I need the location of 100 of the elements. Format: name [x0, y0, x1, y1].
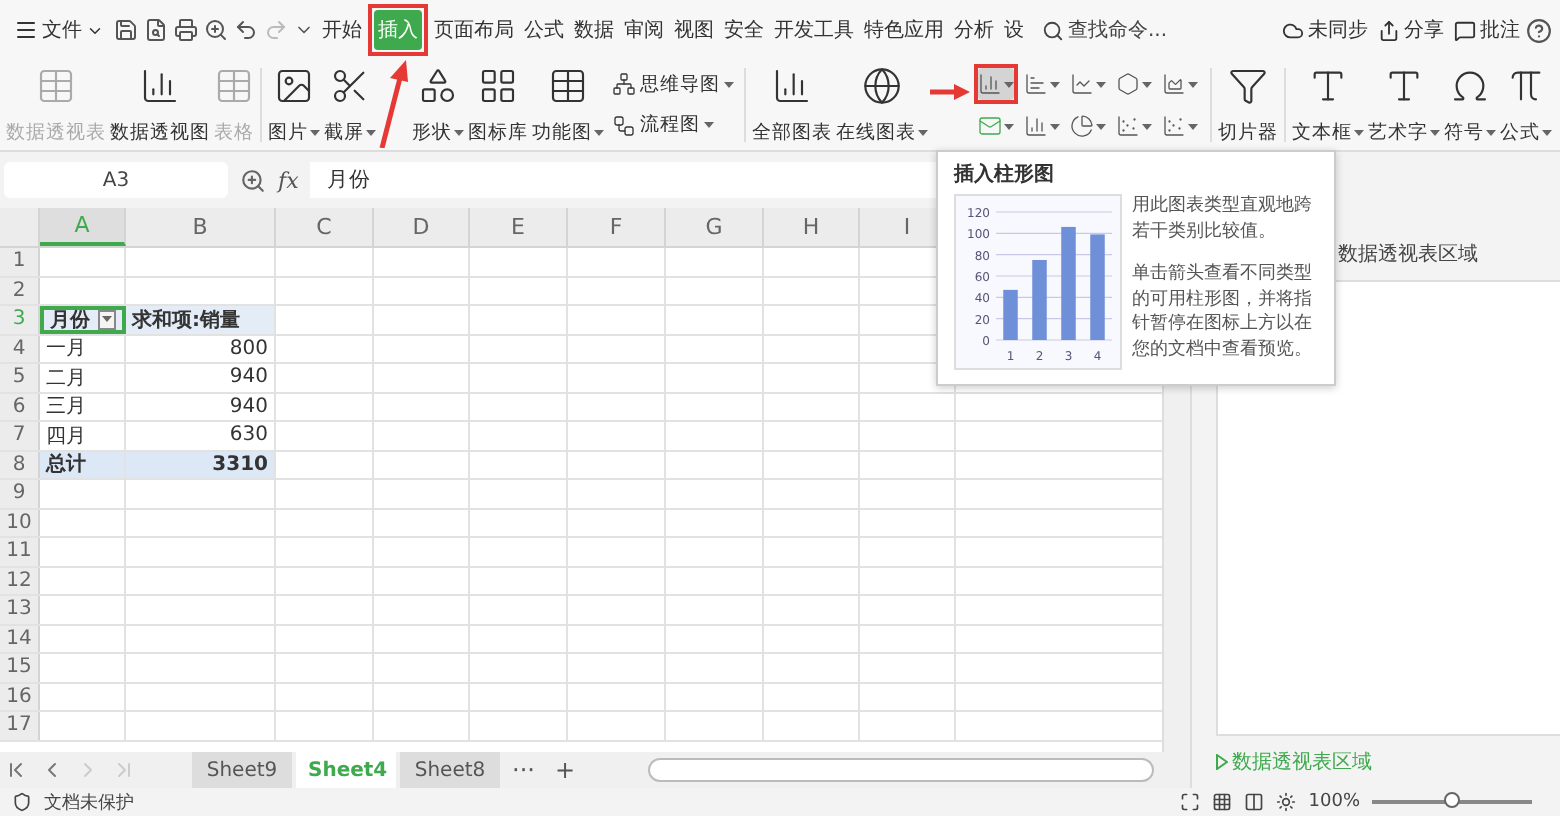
bar-chart-icon [978, 72, 1002, 96]
file-icon[interactable] [144, 18, 168, 42]
menu-tab[interactable]: 公式 [520, 10, 568, 50]
ribbon-button[interactable]: 全部图表 [750, 60, 834, 150]
ribbon-button[interactable]: 形状 [410, 60, 466, 150]
row-header[interactable]: 10 [0, 509, 40, 536]
horizontal-scrollbar[interactable] [647, 758, 1154, 782]
sun-icon[interactable] [1276, 792, 1297, 812]
magnifier-icon[interactable] [204, 18, 228, 42]
tooltip-text: 单击箭头查看不同类型的可用柱形图，并将指针暂停在图标上方以在您的文档中查看预览。 [1132, 262, 1314, 364]
row-header[interactable]: 12 [0, 567, 40, 594]
file-menu[interactable]: 文件 [8, 16, 110, 44]
menu-tab[interactable]: 审阅 [620, 10, 668, 50]
ribbon-button[interactable]: 数据透视图 [108, 60, 212, 150]
name-box[interactable]: A3 [4, 162, 228, 198]
printer-icon[interactable] [174, 18, 198, 42]
panel-label: 数据透视表区域 [1338, 241, 1480, 268]
ribbon-button[interactable]: 公式 [1498, 60, 1554, 150]
ribbon-button[interactable]: 功能图 [530, 60, 606, 150]
toolbar-button[interactable]: 未同步 [1278, 16, 1372, 44]
row-header[interactable]: 6 [0, 393, 40, 420]
function-label[interactable]: fx [278, 167, 299, 193]
row-header[interactable]: 17 [0, 712, 40, 739]
add-sheet-button[interactable]: + [546, 756, 584, 784]
scatter-chart-icon [1116, 114, 1140, 138]
scissors-icon [330, 66, 370, 106]
row-header[interactable]: 2 [0, 277, 40, 304]
toolbar-button[interactable]: 分享 [1374, 16, 1448, 44]
column-header[interactable]: H [764, 208, 860, 246]
menu-tab[interactable]: 分析 [950, 10, 998, 50]
ribbon-button[interactable]: 艺术字 [1366, 60, 1442, 150]
ribbon-button[interactable]: 图标库 [466, 60, 530, 150]
row-header[interactable]: 1 [0, 248, 40, 275]
grid-icon[interactable] [1212, 792, 1233, 812]
ribbon-button[interactable]: 文本框 [1290, 60, 1366, 150]
column-header[interactable]: B [126, 208, 276, 246]
column-header[interactable]: D [374, 208, 470, 246]
caret-icon [1142, 81, 1152, 87]
area-chart-icon [1162, 72, 1186, 96]
row-header[interactable]: 4 [0, 335, 40, 362]
first-icon[interactable] [4, 758, 28, 782]
menu-tab[interactable]: 开发工具 [770, 10, 858, 50]
zoom-level[interactable]: 100% [1308, 792, 1360, 812]
row-header[interactable]: 14 [0, 625, 40, 652]
letter-icon [1384, 66, 1424, 106]
menu-tab[interactable]: 页面布局 [430, 10, 518, 50]
row-header[interactable]: 16 [0, 683, 40, 710]
undo-icon[interactable] [234, 18, 258, 42]
row-header[interactable]: 11 [0, 538, 40, 565]
search-field[interactable]: 查找命令... [1042, 16, 1168, 44]
menu-tab[interactable]: 设 [1000, 10, 1028, 50]
row-header[interactable]: 9 [0, 480, 40, 507]
table-icon [36, 66, 76, 106]
menu-tab[interactable]: 安全 [720, 10, 768, 50]
image-icon [274, 66, 314, 106]
column-header[interactable]: F [568, 208, 666, 246]
table-cell: 求和项:销量 [126, 306, 276, 333]
zoom-icon[interactable] [240, 167, 266, 193]
help-icon[interactable] [1526, 17, 1552, 43]
row-header[interactable]: 8 [0, 451, 40, 478]
menu-tab[interactable]: 数据 [570, 10, 618, 50]
workflow-icon [612, 113, 636, 138]
more-button[interactable]: ··· [504, 756, 543, 784]
network-icon [612, 72, 636, 97]
sheet-tab[interactable]: Sheet9 [192, 752, 292, 788]
columns-icon[interactable] [1244, 792, 1265, 812]
save-icon[interactable] [114, 18, 138, 42]
column-header[interactable]: E [470, 208, 568, 246]
scatter-chart-icon [1162, 114, 1186, 138]
row-header[interactable]: 13 [0, 596, 40, 623]
ribbon-button[interactable]: 图片 [266, 60, 322, 150]
ribbon-button[interactable]: 切片器 [1216, 60, 1280, 150]
menu-tab[interactable]: 特色应用 [860, 10, 948, 50]
menu-tab[interactable]: 视图 [670, 10, 718, 50]
ribbon-button[interactable]: 流程图 [610, 110, 736, 141]
caret-icon [1004, 81, 1014, 87]
sheet-tab[interactable]: Sheet8 [400, 752, 500, 788]
bar-chart-icon [1024, 114, 1048, 138]
text-box-icon [1308, 66, 1348, 106]
ribbon-button[interactable]: 符号 [1442, 60, 1498, 150]
row-header[interactable]: 7 [0, 422, 40, 449]
toolbar-button[interactable]: 批注 [1450, 16, 1524, 44]
column-header[interactable]: G [666, 208, 764, 246]
table-cell: 三月 [40, 393, 126, 420]
grid-icon [478, 66, 518, 106]
ribbon-button[interactable]: 截屏 [322, 60, 378, 150]
filter-button[interactable] [98, 309, 116, 330]
ribbon-button[interactable]: 在线图表 [834, 60, 930, 150]
bar [1061, 226, 1076, 340]
caret-icon [724, 81, 734, 88]
protection-status[interactable]: 文档未保护 [44, 789, 134, 815]
menu-tab[interactable]: 开始 [318, 10, 366, 50]
ribbon-button[interactable]: 思维导图 [610, 69, 736, 100]
search-icon [1042, 19, 1064, 41]
row-header[interactable]: 5 [0, 364, 40, 391]
fullscreen-icon[interactable] [1180, 792, 1201, 812]
caret-icon [594, 130, 604, 136]
column-header[interactable]: C [276, 208, 374, 246]
row-header[interactable]: 15 [0, 654, 40, 681]
zoom-slider-thumb[interactable] [1444, 792, 1460, 808]
